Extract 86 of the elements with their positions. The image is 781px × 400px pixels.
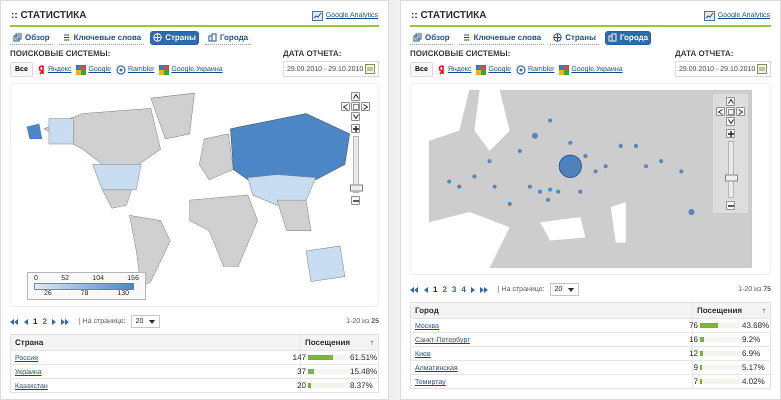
- first-page-button[interactable]: [10, 318, 19, 324]
- chevron-down-icon[interactable]: [352, 114, 358, 119]
- rambler-icon[interactable]: [516, 64, 526, 74]
- report-date-label: ДАТА ОТЧЕТА:: [675, 49, 734, 58]
- zoom-slider-thumb[interactable]: [350, 184, 362, 192]
- previous-page-button[interactable]: [24, 318, 28, 324]
- caret-icon[interactable]: [149, 320, 156, 324]
- chevron-up-icon[interactable]: [728, 99, 734, 104]
- google-icon[interactable]: [559, 64, 570, 74]
- page-link[interactable]: 2: [42, 317, 47, 326]
- pan-left-button[interactable]: [341, 102, 350, 111]
- chevron-left-icon[interactable]: [343, 104, 348, 110]
- rambler-icon[interactable]: [116, 64, 126, 74]
- tab[interactable]: Обзор: [410, 31, 453, 45]
- google-icon[interactable]: [476, 64, 486, 74]
- chevron-down-icon[interactable]: [728, 119, 734, 124]
- visit-count: 9: [694, 363, 698, 372]
- tab[interactable]: Страны: [150, 31, 199, 45]
- visit-percent: 6.9%: [742, 349, 762, 358]
- tab[interactable]: Города: [604, 31, 652, 45]
- sort-indicator[interactable]: ↑: [370, 338, 374, 347]
- page-link[interactable]: 4: [461, 285, 466, 294]
- visit-percent: 9.2%: [742, 335, 762, 344]
- page-link[interactable]: 1: [33, 317, 38, 326]
- column-header[interactable]: Посещения: [697, 306, 742, 315]
- last-page-button[interactable]: [60, 318, 70, 324]
- chevron-left-icon[interactable]: [718, 108, 723, 114]
- pan-right-button[interactable]: [361, 102, 370, 111]
- google-icon[interactable]: [76, 64, 86, 74]
- building-icon[interactable]: [608, 33, 617, 42]
- next-page-button[interactable]: [52, 318, 56, 324]
- tab[interactable]: Ключевые слова: [58, 31, 144, 45]
- visit-count: 20: [297, 381, 306, 390]
- tab[interactable]: Обзор: [10, 31, 53, 45]
- next-page-button[interactable]: [470, 286, 475, 292]
- windows-icon[interactable]: [413, 33, 422, 42]
- page-link[interactable]: 3: [452, 285, 456, 294]
- tab[interactable]: Города: [204, 31, 252, 45]
- page-link[interactable]: 2: [442, 285, 447, 294]
- visit-percent: 8.37%: [350, 381, 374, 390]
- list-icon[interactable]: [462, 33, 471, 42]
- last-page-button[interactable]: [480, 286, 489, 292]
- pan-right-button[interactable]: [736, 107, 745, 116]
- visit-count: 7: [694, 377, 698, 386]
- tab[interactable]: Страны: [550, 31, 599, 45]
- visit-percent: 5.17%: [742, 363, 766, 372]
- page-link[interactable]: 1: [433, 285, 438, 294]
- globe-icon[interactable]: [553, 33, 562, 42]
- caret-icon[interactable]: [568, 288, 574, 292]
- building-icon[interactable]: [208, 33, 217, 42]
- yandex-icon[interactable]: [438, 64, 446, 74]
- sort-indicator[interactable]: ↑: [762, 306, 766, 315]
- visit-count: 16: [689, 335, 698, 344]
- visit-count: 37: [297, 367, 306, 376]
- windows-icon[interactable]: [13, 33, 22, 42]
- previous-page-button[interactable]: [424, 286, 428, 292]
- column-header[interactable]: Страна: [11, 338, 300, 347]
- chart-icon[interactable]: [312, 10, 323, 20]
- panel-title: :: СТАТИСТИКА: [11, 10, 87, 21]
- first-page-button[interactable]: [410, 286, 419, 292]
- visit-count: 76: [689, 321, 698, 330]
- tab[interactable]: Ключевые слова: [458, 31, 544, 45]
- pan-up-button[interactable]: [351, 92, 360, 101]
- google-icon[interactable]: [159, 64, 170, 74]
- search-engines-label: ПОИСКОВЫЕ СИСТЕМЫ:: [10, 49, 112, 58]
- visit-count: 147: [292, 353, 306, 362]
- calendar-icon[interactable]: [757, 64, 767, 74]
- calendar-icon[interactable]: [365, 64, 375, 74]
- chevron-up-icon[interactable]: [352, 94, 358, 99]
- report-date-label: ДАТА ОТЧЕТА:: [283, 49, 342, 58]
- column-header[interactable]: Город: [411, 306, 692, 315]
- chevron-right-icon[interactable]: [363, 104, 368, 110]
- panel-title: :: СТАТИСТИКА: [411, 10, 487, 21]
- chart-icon[interactable]: [704, 10, 715, 20]
- column-header[interactable]: Посещения: [305, 338, 350, 347]
- chevron-right-icon[interactable]: [738, 108, 743, 114]
- pan-left-button[interactable]: [716, 107, 725, 116]
- list-icon[interactable]: [62, 33, 71, 42]
- visit-count: 12: [689, 349, 698, 358]
- search-engines-label: ПОИСКОВЫЕ СИСТЕМЫ:: [410, 49, 512, 58]
- zoom-slider-thumb[interactable]: [724, 174, 738, 182]
- visit-percent: 4.02%: [742, 377, 766, 386]
- yandex-icon[interactable]: [38, 64, 46, 74]
- pan-up-button[interactable]: [726, 97, 735, 106]
- pan-down-button[interactable]: [726, 117, 735, 126]
- pan-down-button[interactable]: [351, 112, 360, 121]
